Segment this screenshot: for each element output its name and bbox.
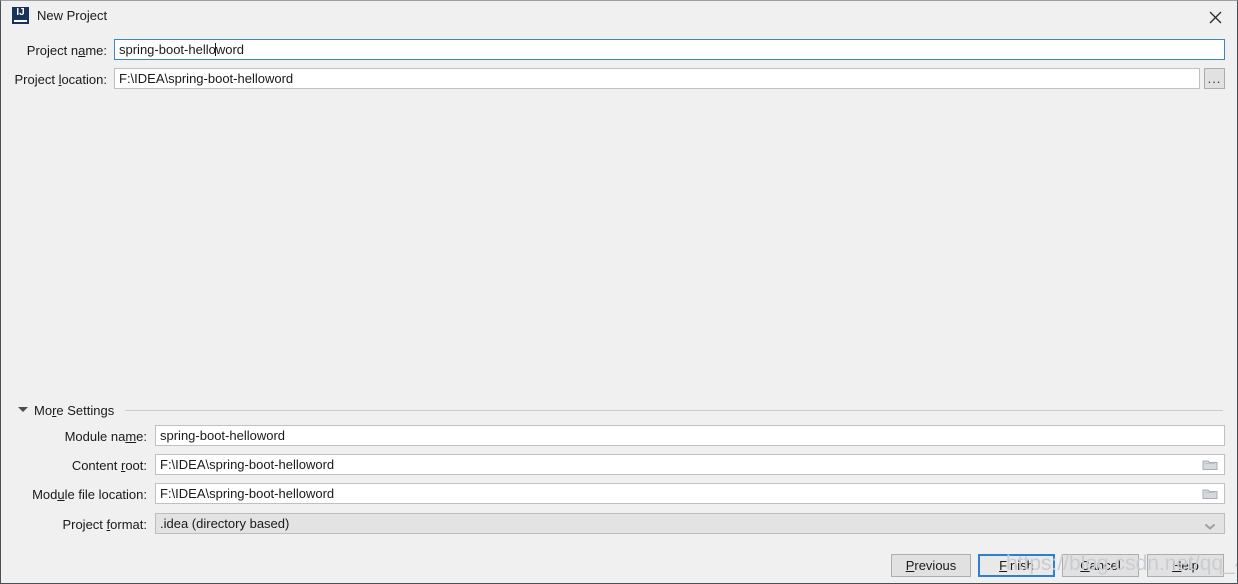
project-location-label-a: Project <box>14 72 59 87</box>
finish-button-mnemonic: F <box>999 558 1008 573</box>
project-name-label-b: me: <box>85 43 107 58</box>
previous-button[interactable]: Previous <box>891 554 971 577</box>
logo-text: IJ <box>16 7 25 18</box>
project-location-browse-button[interactable]: ... <box>1204 68 1225 89</box>
help-button[interactable]: Help <box>1147 554 1224 577</box>
help-button-mnemonic: H <box>1172 558 1182 573</box>
more-settings-section-header[interactable]: More Settings <box>1 401 1237 421</box>
intellij-idea-logo-icon: IJ <box>12 7 29 24</box>
project-name-value-before-caret: spring-boot-hello <box>119 42 216 57</box>
cancel-button[interactable]: Cancel <box>1062 554 1139 577</box>
project-name-label: Project name: <box>1 43 107 58</box>
project-format-label-b: ormat: <box>110 517 147 532</box>
cancel-button-mnemonic: C <box>1080 558 1090 573</box>
module-name-label-b: e: <box>136 429 147 444</box>
module-name-label-a: Module na <box>64 429 126 444</box>
project-name-value-after-caret: word <box>215 42 245 57</box>
logo-underline-bar <box>14 20 27 22</box>
project-location-label: Project location: <box>1 72 107 87</box>
new-project-dialog: IJ New Project Project name: spring-boot… <box>0 0 1238 584</box>
project-name-input[interactable]: spring-boot-helloword <box>114 39 1225 60</box>
cancel-button-b: ancel <box>1089 558 1121 573</box>
content-root-label-a: Content <box>71 458 121 473</box>
content-root-label-b: oot: <box>125 458 147 473</box>
project-name-label-a: Project n <box>26 43 79 58</box>
module-file-location-input[interactable]: F:\IDEA\spring-boot-helloword <box>155 483 1225 504</box>
module-file-location-label-a: Mod <box>32 487 58 502</box>
close-icon[interactable] <box>1201 5 1229 29</box>
project-location-label-b: ocation: <box>61 72 107 87</box>
help-button-b: elp <box>1181 558 1199 573</box>
module-file-location-label: Module file location: <box>1 487 147 502</box>
finish-button-b: inish <box>1007 558 1034 573</box>
section-divider <box>125 410 1223 411</box>
content-root-label: Content root: <box>1 458 147 473</box>
module-file-location-label-mnemonic: u <box>57 487 65 502</box>
more-settings-label-b: e Settings <box>56 403 115 418</box>
project-format-label-a: Project <box>62 517 107 532</box>
more-settings-label-a: Mo <box>34 403 53 418</box>
project-format-select[interactable]: .idea (directory based) <box>155 513 1225 534</box>
finish-button[interactable]: Finish <box>978 554 1055 577</box>
content-root-folder-icon[interactable] <box>1202 458 1218 471</box>
project-location-input[interactable]: F:\IDEA\spring-boot-helloword <box>114 68 1200 89</box>
module-file-location-folder-icon[interactable] <box>1202 487 1218 500</box>
project-format-label: Project format: <box>1 517 147 532</box>
triangle-down-icon[interactable] <box>18 407 28 412</box>
content-root-input[interactable]: F:\IDEA\spring-boot-helloword <box>155 454 1225 475</box>
chevron-down-icon[interactable] <box>1203 519 1219 532</box>
more-settings-label: More Settings <box>34 403 114 418</box>
title-bar: IJ New Project <box>1 1 1237 32</box>
module-name-label-mnemonic: m <box>125 429 137 444</box>
module-name-input[interactable]: spring-boot-helloword <box>155 425 1225 446</box>
window-title: New Project <box>37 8 108 23</box>
previous-button-b: revious <box>914 558 957 573</box>
module-name-label: Module name: <box>1 429 147 444</box>
module-file-location-label-b: le file location: <box>64 487 147 502</box>
ellipsis-icon: ... <box>1207 70 1222 86</box>
